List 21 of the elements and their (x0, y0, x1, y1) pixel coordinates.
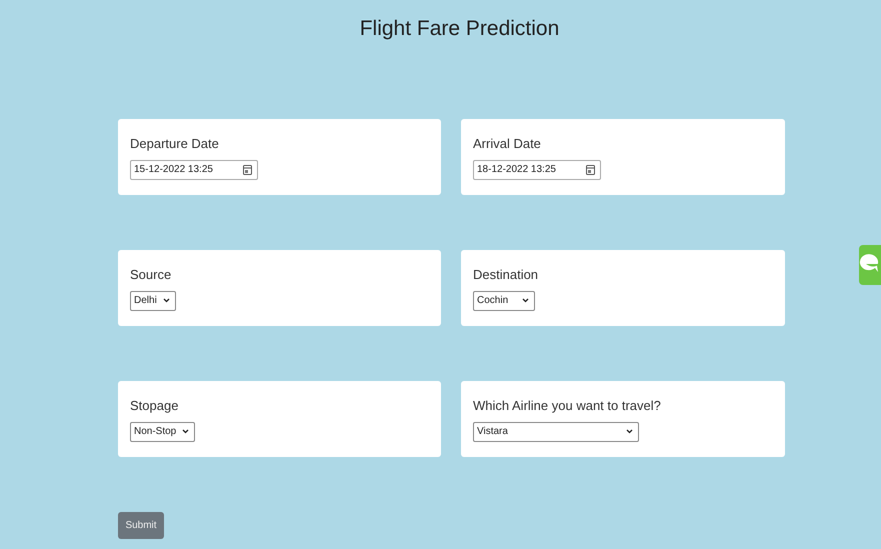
chat-widget-icon[interactable] (859, 245, 881, 285)
dropdown[interactable]: Delhi (130, 290, 176, 310)
field-label: Source (130, 266, 172, 284)
date-time-field[interactable]: 18-12-2022 13:25 (473, 160, 601, 180)
calendar-icon (243, 164, 252, 174)
chevron-down-icon (522, 298, 529, 303)
field-label: Stopage (130, 397, 180, 415)
dropdown[interactable]: Cochin (473, 290, 535, 310)
date-time-field[interactable]: 15-12-2022 13:25 (130, 160, 258, 180)
submit-button[interactable]: Submit (118, 512, 164, 539)
dropdown[interactable]: Non-Stop (130, 422, 196, 442)
chevron-down-icon (626, 429, 633, 434)
calendar-icon (586, 164, 595, 174)
field-label: Departure Date (130, 135, 220, 153)
chevron-down-icon (182, 429, 190, 434)
page-title: Flight Fare Prediction (360, 16, 560, 42)
chevron-down-icon (162, 298, 170, 303)
dropdown[interactable]: Vistara (473, 422, 639, 442)
field-label: Arrival Date (473, 135, 542, 153)
field-label: Destination (473, 266, 540, 284)
field-label: Which Airline you want to travel? (473, 397, 662, 415)
